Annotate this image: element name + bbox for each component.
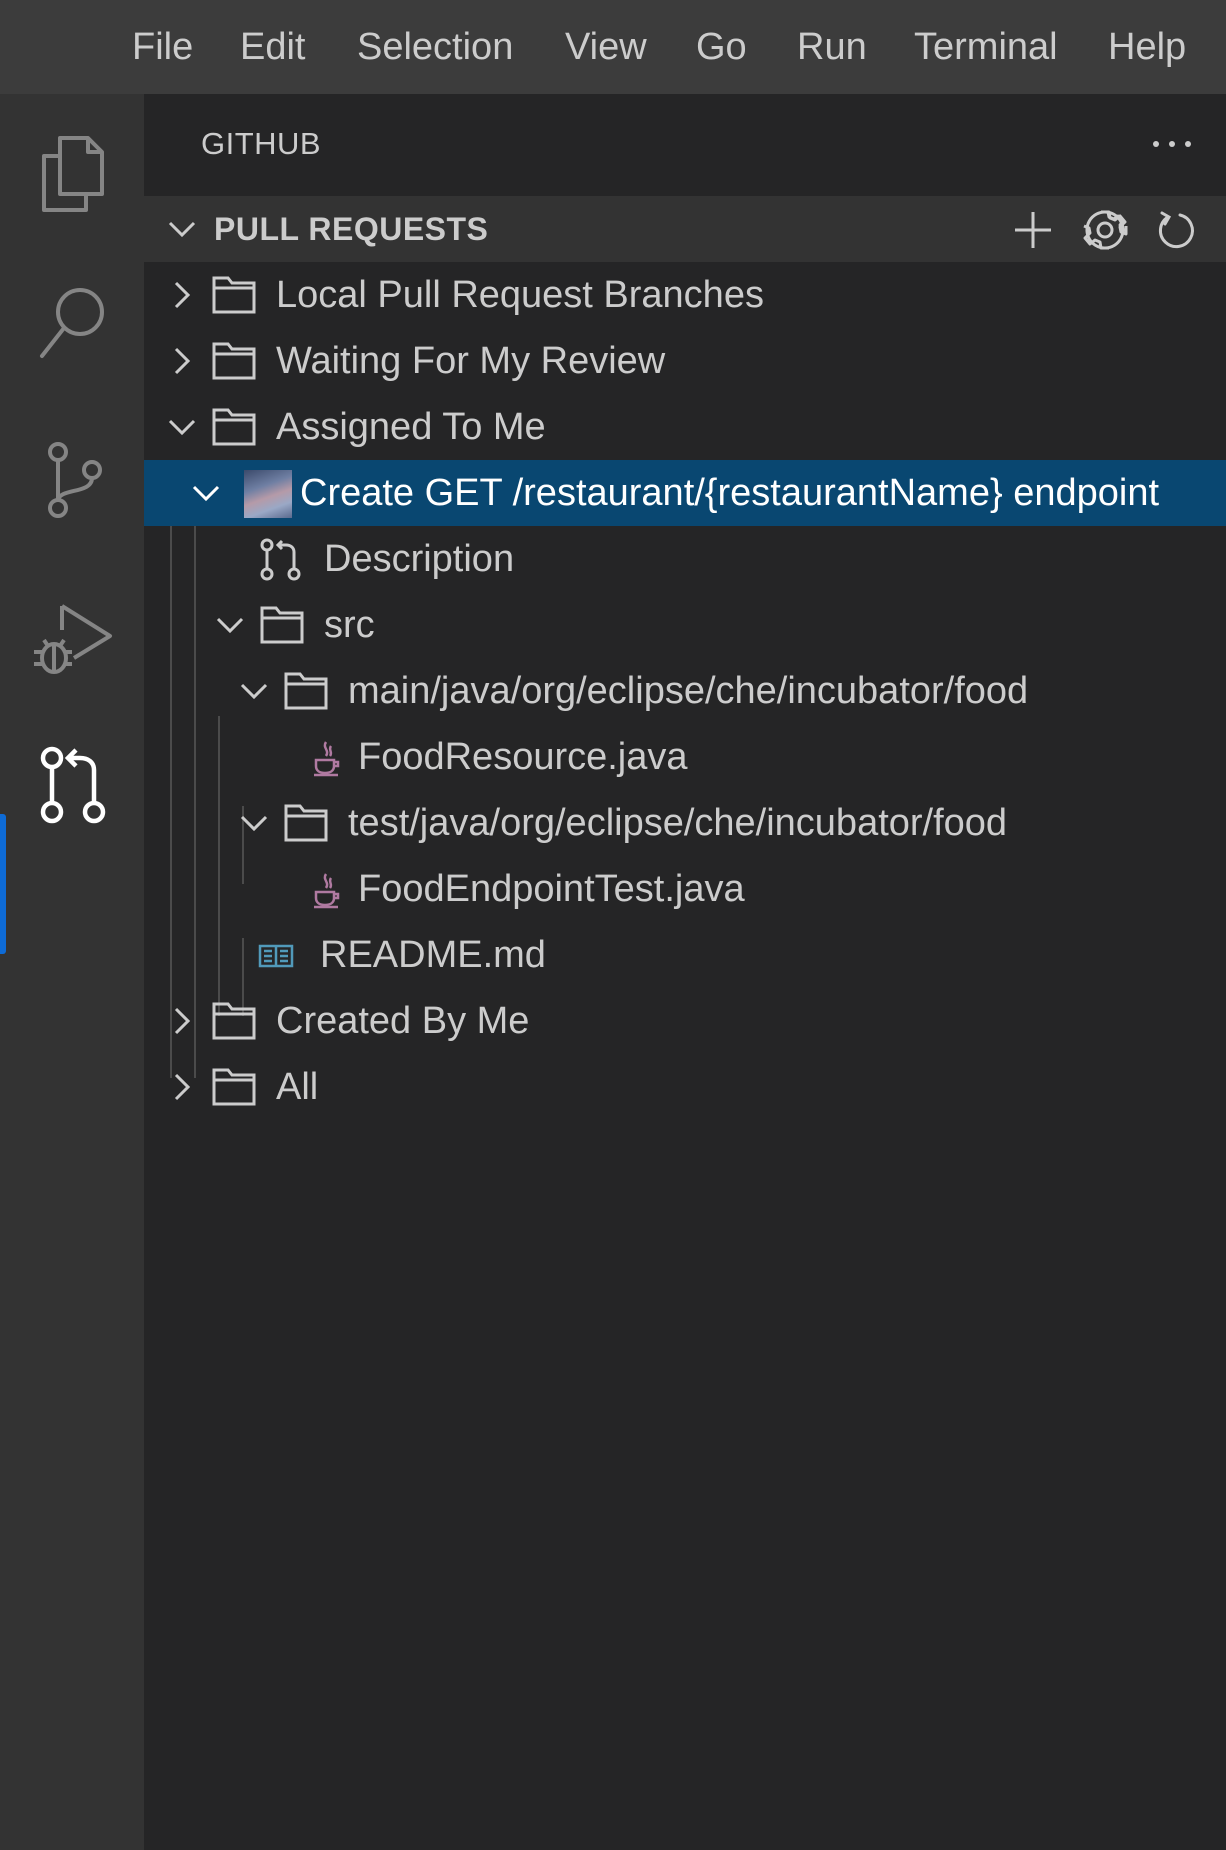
tree-item-src[interactable]: src	[144, 592, 1226, 658]
pull-requests-section-header[interactable]: PULL REQUESTS	[144, 196, 1226, 262]
tree-item-main-folder[interactable]: main/java/org/eclipse/che/incubator/food	[144, 658, 1226, 724]
tree-item-label: main/java/org/eclipse/che/incubator/food	[348, 670, 1029, 712]
chevron-right-icon	[174, 1007, 191, 1035]
tree-item-label: Waiting For My Review	[276, 340, 666, 382]
menu-view[interactable]: View	[565, 0, 647, 94]
pull-request-icon[interactable]	[30, 742, 114, 826]
tree-item-local-branches[interactable]: Local Pull Request Branches	[144, 262, 1226, 328]
tree-item-description[interactable]: Description	[144, 526, 1226, 592]
sidebar-title: GITHUB	[201, 126, 322, 161]
menu-terminal[interactable]: Terminal	[914, 0, 1058, 94]
folder-icon	[284, 804, 328, 842]
chevron-down-icon	[168, 221, 196, 238]
tree-item-waiting-review[interactable]: Waiting For My Review	[144, 328, 1226, 394]
files-icon[interactable]	[30, 126, 114, 212]
sidebar: GITHUB PULL REQUESTS Local Pull Request …	[144, 94, 1226, 1850]
refresh-icon[interactable]	[1156, 209, 1198, 251]
folder-icon	[260, 606, 304, 644]
pull-request-icon	[260, 538, 301, 581]
section-title: PULL REQUESTS	[214, 211, 489, 247]
pull-request-title: Create GET /restaurant/{restaurantName} …	[300, 472, 1160, 514]
java-file-icon	[314, 741, 340, 777]
chevron-right-icon	[174, 347, 191, 375]
folder-icon	[212, 342, 256, 380]
chevron-down-icon	[240, 683, 268, 700]
readme-file-icon	[258, 944, 294, 968]
java-file-icon	[314, 873, 340, 909]
tree-item-label: FoodEndpointTest.java	[358, 868, 745, 910]
settings-gear-icon[interactable]	[1083, 209, 1128, 251]
folder-icon	[212, 276, 256, 314]
run-debug-icon[interactable]	[30, 594, 114, 678]
chevron-right-icon	[174, 1073, 191, 1101]
chevron-down-icon	[240, 815, 268, 832]
folder-icon	[212, 1002, 256, 1040]
tree-item-assigned-to-me[interactable]: Assigned To Me	[144, 394, 1226, 460]
tree-item-readme[interactable]: README.md	[144, 922, 1226, 988]
menu-edit[interactable]: Edit	[240, 0, 305, 94]
chevron-down-icon	[192, 485, 220, 502]
tree-item-label: All	[276, 1066, 319, 1108]
folder-icon	[284, 672, 328, 710]
tree-item-label: Local Pull Request Branches	[276, 274, 764, 316]
source-control-icon[interactable]	[30, 438, 114, 522]
tree-item-label: FoodResource.java	[358, 736, 688, 778]
tree-item-label: Created By Me	[276, 1000, 530, 1042]
tree-item-label: Description	[324, 538, 515, 580]
menu-file[interactable]: File	[132, 0, 193, 94]
tree-item-test-folder[interactable]: test/java/org/eclipse/che/incubator/food	[144, 790, 1226, 856]
tree-item-pull-request[interactable]: Create GET /restaurant/{restaurantName} …	[144, 460, 1226, 526]
tree-item-food-endpoint-test[interactable]: FoodEndpointTest.java	[144, 856, 1226, 922]
chevron-down-icon	[216, 617, 244, 634]
menu-help[interactable]: Help	[1108, 0, 1186, 94]
author-avatar	[244, 470, 292, 518]
tree-item-all[interactable]: All	[144, 1054, 1226, 1120]
folder-icon	[212, 408, 256, 446]
tree-item-label: src	[324, 604, 375, 646]
menu-selection[interactable]: Selection	[357, 0, 513, 94]
tree-item-label: Assigned To Me	[276, 406, 546, 448]
tree-item-food-resource[interactable]: FoodResource.java	[144, 724, 1226, 790]
tree-item-label: test/java/org/eclipse/che/incubator/food	[348, 802, 1008, 844]
menu-run[interactable]: Run	[797, 0, 867, 94]
add-icon[interactable]	[1012, 209, 1054, 251]
menu-go[interactable]: Go	[696, 0, 747, 94]
chevron-down-icon	[168, 419, 196, 436]
activity-bar	[0, 94, 144, 1850]
active-indicator	[0, 814, 6, 954]
tree-item-created-by-me[interactable]: Created By Me	[144, 988, 1226, 1054]
menubar: File Edit Selection View Go Run Terminal…	[0, 0, 1226, 94]
tree-item-label: README.md	[320, 934, 546, 976]
folder-icon	[212, 1068, 256, 1106]
chevron-right-icon	[174, 281, 191, 309]
more-actions-icon[interactable]	[1150, 122, 1194, 166]
search-icon[interactable]	[30, 280, 114, 364]
